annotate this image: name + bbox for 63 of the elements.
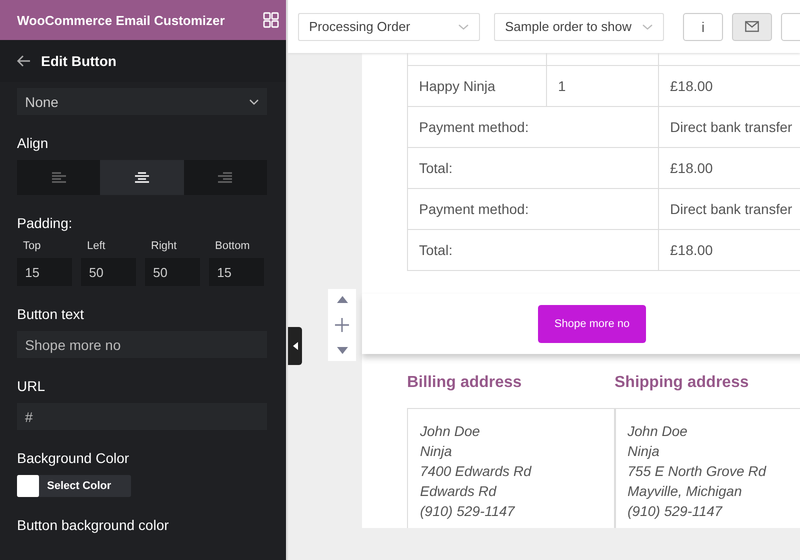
align-button[interactable] [100, 160, 184, 195]
align-left-icon [52, 172, 66, 183]
color-swatch[interactable] [17, 475, 39, 497]
panel-title: Edit Button [41, 53, 116, 69]
field-label: Background Color [17, 450, 130, 466]
table-cell: Payment method: [408, 189, 659, 229]
table-cell-text: £18.00 [669, 77, 714, 96]
address-line: Mayville, Michigan [628, 482, 743, 501]
grid-icon[interactable] [263, 12, 279, 28]
sample-order-dropdown[interactable]: Sample order to show [494, 12, 664, 40]
chevron-icon [642, 24, 653, 30]
address-line: Ninja [628, 442, 660, 461]
mail-icon [745, 21, 759, 32]
back-arrow-icon[interactable] [17, 55, 31, 67]
align-right-icon [218, 172, 232, 183]
number-field[interactable]: 50 [81, 258, 136, 286]
arrow-down-icon[interactable] [336, 346, 348, 354]
number-field[interactable]: 50 [145, 258, 200, 286]
field-label: Left [87, 240, 106, 252]
field-label: URL [17, 378, 46, 394]
input-field[interactable]: # [17, 403, 267, 430]
chevron-icon [249, 98, 259, 104]
address-line: Edwards Rd [420, 482, 498, 501]
field-label: Top [23, 240, 42, 252]
input-field[interactable]: Shope more no [17, 331, 267, 358]
address-line: 7400 Edwards Rd [420, 462, 533, 481]
table-cell-text: £18.00 [669, 241, 714, 260]
address-heading: Billing address [407, 374, 523, 392]
dropdown[interactable]: None [17, 88, 267, 115]
address-line: John Doe [628, 422, 688, 441]
align-center-icon [134, 172, 149, 183]
address-line: 755 E North Grove Rd [628, 462, 768, 481]
table-cell-text: Direct bank transfer [669, 118, 794, 137]
shop-button[interactable]: Shope more no [538, 305, 646, 343]
address-line: (910) 529-1147 [628, 502, 724, 521]
field-label: Padding: [17, 215, 74, 231]
caret-left-icon [292, 342, 298, 350]
address-line: John Doe [420, 422, 481, 441]
table-cell: Payment method: [408, 107, 659, 147]
chevron-icon [458, 24, 469, 30]
number-field[interactable]: 15 [17, 258, 72, 286]
table-cell: 1 [547, 66, 659, 106]
arrow-up-icon[interactable] [336, 296, 348, 304]
field-label: Button text [17, 306, 85, 322]
app-title: WooCommerce Email Customizer [17, 12, 225, 28]
mail-button[interactable] [732, 12, 772, 40]
email-type-dropdown[interactable]: Processing Order [298, 12, 480, 40]
table-cell: Happy Ninja [408, 66, 547, 106]
field-label: Align [17, 135, 50, 151]
table-cell-text: £18.00 [669, 159, 714, 178]
collapse-toggle[interactable] [288, 327, 302, 365]
field-label: Bottom [215, 240, 251, 252]
number-field[interactable]: 15 [209, 258, 264, 286]
address-heading: Shipping address [614, 374, 750, 392]
table-cell-text: Direct bank transfer [669, 200, 794, 219]
field-label: Button background color [17, 517, 170, 533]
field-label: Right [151, 240, 178, 252]
info-button[interactable]: i [683, 12, 723, 40]
address-line: Ninja [420, 442, 453, 461]
table-cell: Total: [408, 230, 659, 270]
table-cell: Total: [408, 148, 659, 188]
move-icon[interactable] [335, 318, 349, 332]
address-line: (910) 529-1147 [420, 502, 516, 521]
